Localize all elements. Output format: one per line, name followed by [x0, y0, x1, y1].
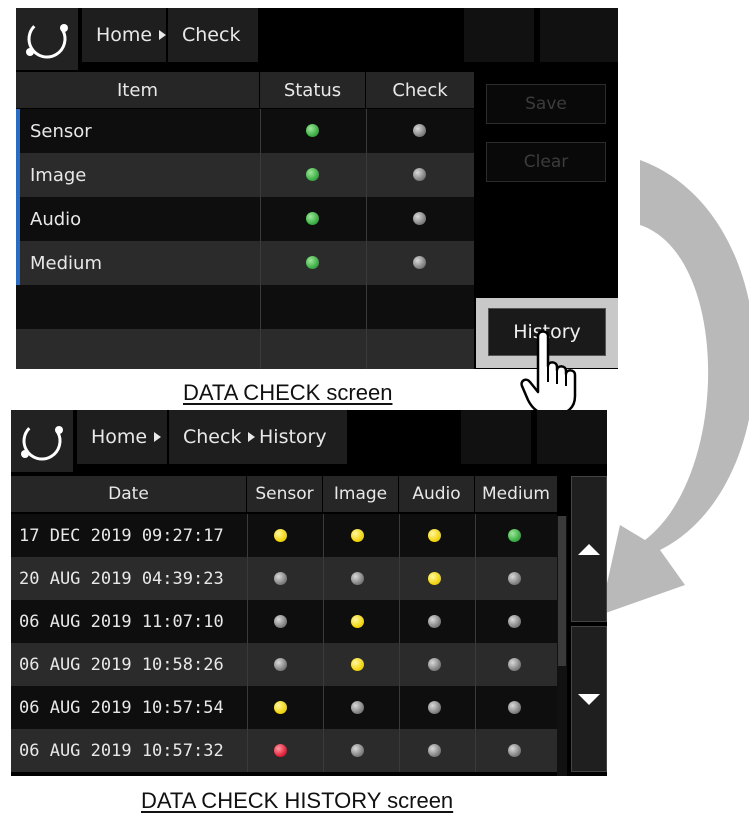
breadcrumb-home[interactable]: Home	[82, 8, 167, 62]
date-cell: 06 AUG 2019 10:57:32	[19, 740, 224, 761]
breadcrumb-home[interactable]: Home	[77, 410, 167, 464]
sensor-indicator	[274, 529, 287, 542]
triangle-down-icon	[578, 693, 600, 705]
sensor-indicator	[274, 615, 287, 628]
medium-indicator	[508, 658, 521, 671]
medium-indicator	[508, 615, 521, 628]
breadcrumb-check: Check	[168, 8, 258, 62]
image-indicator	[351, 529, 364, 542]
triangle-up-icon	[578, 543, 600, 555]
check-indicator	[413, 168, 426, 181]
column-header-check: Check	[392, 79, 448, 101]
status-indicator	[306, 212, 319, 225]
screen1-caption: DATA CHECK screen	[183, 380, 393, 405]
column-header-audio: Audio	[399, 476, 475, 512]
history-row[interactable]: 06 AUG 2019 10:57:54	[11, 686, 557, 729]
scroll-down-button[interactable]	[571, 626, 607, 772]
table-row[interactable]: Medium	[16, 241, 474, 285]
image-indicator	[351, 701, 364, 714]
row-accent	[16, 109, 20, 153]
breadcrumb-history: History	[255, 410, 347, 464]
row-accent	[16, 197, 20, 241]
check-indicator	[413, 256, 426, 269]
row-accent	[16, 153, 20, 197]
audio-indicator	[428, 615, 441, 628]
breadcrumb-arrow-icon	[154, 432, 162, 442]
pointing-hand-icon	[520, 330, 577, 416]
sensor-indicator	[274, 744, 287, 757]
check-indicator	[413, 124, 426, 137]
audio-indicator	[428, 744, 441, 757]
column-header-medium: Medium	[482, 484, 550, 504]
data-check-screen: Home Check Item Status Check Sensor Imag…	[16, 8, 618, 369]
header-blank	[537, 410, 607, 464]
status-indicator	[306, 168, 319, 181]
image-indicator	[351, 658, 364, 671]
header-blank	[540, 8, 618, 62]
table-header: Item Status Check	[16, 72, 474, 108]
curved-arrow-icon	[600, 160, 749, 615]
medium-indicator	[508, 744, 521, 757]
medium-indicator	[508, 529, 521, 542]
status-indicator	[306, 256, 319, 269]
sensor-indicator	[274, 701, 287, 714]
audio-indicator	[428, 658, 441, 671]
column-header-sensor: Sensor	[247, 476, 323, 512]
date-cell: 20 AUG 2019 04:39:23	[19, 568, 224, 589]
data-check-history-screen: Home Check History Date Sensor Image Aud…	[11, 410, 607, 776]
item-label: Image	[30, 164, 87, 186]
date-cell: 17 DEC 2019 09:27:17	[19, 525, 224, 546]
sensor-indicator	[274, 572, 287, 585]
column-header-image: Image	[323, 476, 399, 512]
item-label: Medium	[30, 252, 102, 274]
item-label: Audio	[30, 208, 82, 230]
medium-indicator	[508, 701, 521, 714]
table-row[interactable]: Sensor	[16, 109, 474, 153]
audio-indicator	[428, 572, 441, 585]
table-header: Date Sensor Image Audio Medium	[11, 476, 557, 512]
table-row-empty	[16, 329, 474, 369]
table-row-empty	[16, 285, 474, 329]
column-header-status: Status	[260, 72, 366, 108]
history-row[interactable]: 06 AUG 2019 11:07:10	[11, 600, 557, 643]
medium-indicator	[508, 572, 521, 585]
image-indicator	[351, 744, 364, 757]
save-button[interactable]: Save	[486, 84, 606, 124]
date-cell: 06 AUG 2019 10:57:54	[19, 697, 224, 718]
screen2-caption: DATA CHECK HISTORY screen	[141, 788, 454, 813]
history-row[interactable]: 17 DEC 2019 09:27:17	[11, 514, 557, 557]
ring-logo-icon	[11, 410, 73, 472]
column-header-item: Item	[16, 72, 260, 108]
scrollbar-thumb[interactable]	[558, 516, 566, 666]
clear-button[interactable]: Clear	[486, 142, 606, 182]
image-indicator	[351, 572, 364, 585]
header-blank	[461, 410, 531, 464]
audio-indicator	[428, 529, 441, 542]
sensor-indicator	[274, 658, 287, 671]
column-header-date: Date	[11, 476, 247, 512]
history-row[interactable]: 06 AUG 2019 10:57:32	[11, 729, 557, 772]
table-row[interactable]: Image	[16, 153, 474, 197]
status-indicator	[306, 124, 319, 137]
table-row[interactable]: Audio	[16, 197, 474, 241]
audio-indicator	[428, 701, 441, 714]
breadcrumb-check[interactable]: Check	[169, 410, 256, 464]
scroll-up-button[interactable]	[571, 476, 607, 622]
ring-logo-icon	[16, 8, 78, 70]
image-indicator	[351, 615, 364, 628]
date-cell: 06 AUG 2019 11:07:10	[19, 611, 224, 632]
item-label: Sensor	[30, 120, 92, 142]
header-blank	[464, 8, 534, 62]
breadcrumb-arrow-icon	[159, 30, 167, 40]
date-cell: 06 AUG 2019 10:58:26	[19, 654, 224, 675]
history-row[interactable]: 06 AUG 2019 10:58:26	[11, 643, 557, 686]
row-accent	[16, 241, 20, 285]
history-row[interactable]: 20 AUG 2019 04:39:23	[11, 557, 557, 600]
check-indicator	[413, 212, 426, 225]
